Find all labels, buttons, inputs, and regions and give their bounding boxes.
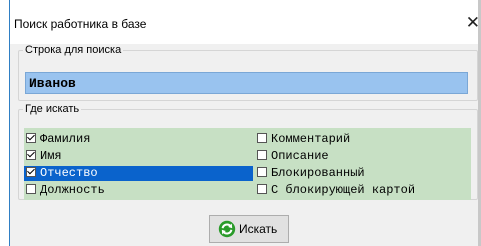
title-bar: Поиск работника в базе ✕ — [10, 0, 480, 44]
option-label: Должность — [40, 183, 105, 197]
close-button[interactable]: ✕ — [466, 13, 480, 33]
search-button[interactable]: Искать — [209, 215, 289, 243]
search-scope-checklist: Фамилия Имя Отчество Должность Комментар… — [24, 128, 471, 200]
background-window-edge — [0, 0, 9, 246]
checkbox[interactable] — [26, 149, 36, 160]
option-label: Имя — [40, 149, 62, 163]
option-label: Описание — [271, 149, 329, 163]
search-scope-label: Где искать — [25, 103, 80, 115]
option-label: Комментарий — [271, 132, 351, 146]
checkbox[interactable] — [26, 132, 36, 143]
search-string-label: Строка для поиска — [25, 44, 122, 56]
dialog-title: Поиск работника в базе — [14, 17, 147, 31]
option-label: Фамилия — [40, 132, 91, 146]
option-patronymic[interactable]: Отчество — [24, 166, 253, 181]
checkbox[interactable] — [26, 166, 36, 177]
search-employee-dialog: Поиск работника в базе ✕ Строка для поис… — [9, 0, 480, 246]
option-blocked[interactable]: Блокированный — [255, 166, 471, 181]
option-label: Отчество — [40, 166, 98, 180]
search-button-label: Искать — [239, 222, 278, 236]
refresh-icon — [218, 220, 236, 238]
search-input[interactable] — [25, 72, 468, 94]
search-string-group: Строка для поиска — [18, 44, 478, 101]
checkbox[interactable] — [257, 133, 267, 143]
checkbox[interactable] — [257, 184, 267, 194]
option-last-name[interactable]: Фамилия — [24, 132, 253, 147]
option-label: С блокирующей картой — [271, 183, 416, 197]
option-blocking-card[interactable]: С блокирующей картой — [255, 183, 471, 198]
option-position[interactable]: Должность — [24, 183, 253, 198]
option-comment[interactable]: Комментарий — [255, 132, 471, 147]
option-description[interactable]: Описание — [255, 149, 471, 164]
checkbox[interactable] — [257, 167, 267, 177]
search-scope-group: Где искать Фамилия Имя Отчество Должност… — [18, 103, 478, 200]
checkbox[interactable] — [26, 184, 36, 194]
option-first-name[interactable]: Имя — [24, 149, 253, 164]
option-label: Блокированный — [271, 166, 365, 180]
checkbox[interactable] — [257, 150, 267, 160]
